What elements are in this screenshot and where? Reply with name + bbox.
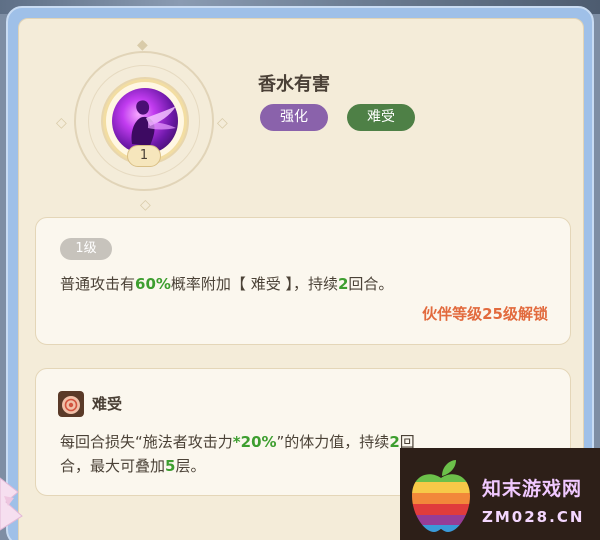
desc-text: 普通攻击有 [60,275,136,293]
debuff-title: 难受 [92,395,123,413]
desc-text: ”的体力值，持续 [276,433,390,451]
duration-value: 2 [337,275,349,293]
desc-text: 回合。 [348,275,394,293]
watermark: 知末游戏网 ZM028.CN [400,448,600,540]
desc-text: 层。 [175,457,206,475]
diamond-ornament-icon: ◇ [140,197,151,213]
diamond-ornament-icon: ◇ [217,115,228,131]
swirl-debuff-icon [58,391,84,417]
level-effect-card: 1级 普通攻击有60%概率附加【 难受 】，持续2回合。 伙伴等级25级解锁 [35,217,571,345]
max-stacks-value: 5 [165,457,176,475]
desc-text: 每回合损失“施法者攻击力 [60,433,233,451]
level-badge: 1级 [60,238,112,260]
desc-text: 合，最大可叠加 [60,457,166,475]
level-effect-description: 普通攻击有60%概率附加【 难受 】，持续2回合。 [60,273,393,294]
watermark-domain: ZM028.CN [482,508,585,526]
skill-level-chip: 1 [127,145,161,167]
debuff-description-line1: 每回合损失“施法者攻击力*20%”的体力值，持续2回 [60,431,415,452]
skill-name: 香水有害 [258,74,330,95]
tag-enhance: 强化 [260,104,328,131]
diamond-ornament-icon: ◆ [137,37,148,53]
watermark-site-name: 知末游戏网 [482,478,583,500]
duration-value: 2 [389,433,400,451]
desc-text: 概率附加【 难受 】，持续 [170,275,338,293]
damage-percent: *20% [232,433,277,451]
chance-value: 60% [135,275,171,293]
rainbow-apple-logo-icon [406,456,476,536]
diamond-ornament-icon: ◇ [56,115,67,131]
ribbon-decoration [0,468,26,538]
debuff-description-line2: 合，最大可叠加5层。 [60,455,205,476]
unlock-requirement: 伙伴等级25级解锁 [422,305,548,323]
tag-debuff: 难受 [347,104,415,131]
